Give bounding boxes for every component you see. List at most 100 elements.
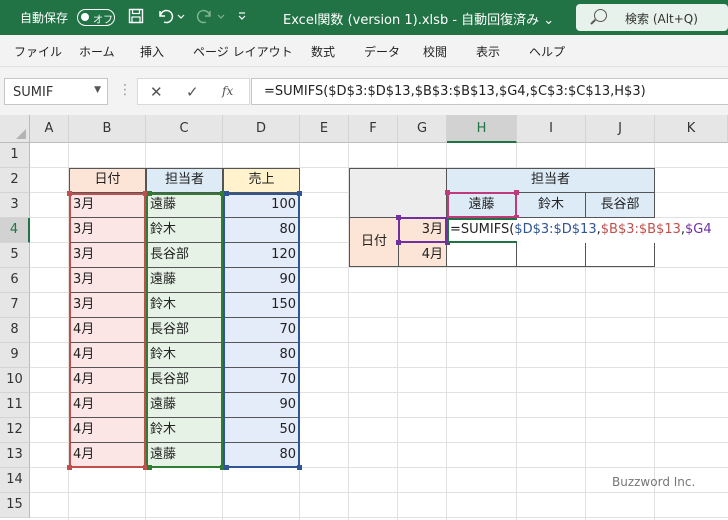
row-header-13[interactable]: 13 — [0, 443, 30, 468]
table1-header-sales[interactable]: 売上 — [223, 168, 300, 193]
autosave-toggle[interactable]: オフ — [77, 9, 115, 26]
redo-icon[interactable] — [196, 8, 214, 28]
table1-cell-sales[interactable]: 80 — [223, 343, 300, 368]
table1-cell-sales[interactable]: 80 — [223, 443, 300, 468]
cell-edit-formula[interactable]: =SUMIFS($D$3:$D$13,$B$3:$B$13,$G4 — [447, 218, 728, 243]
row-header-10[interactable]: 10 — [0, 368, 30, 393]
table2-row-header[interactable]: 4月 — [398, 243, 447, 268]
tab-view[interactable]: 表示 — [476, 43, 500, 60]
table2-side-header[interactable]: 日付 — [349, 230, 399, 255]
row-header-14[interactable]: 14 — [0, 468, 30, 493]
tab-file[interactable]: ファイル — [14, 43, 62, 60]
tab-home[interactable]: ホーム — [79, 43, 115, 60]
table1-cell-date[interactable]: 3月 — [69, 193, 146, 218]
table1-cell-person[interactable]: 鈴木 — [146, 218, 223, 243]
table2-row-header[interactable]: 3月 — [398, 218, 447, 243]
col-header-c[interactable]: C — [146, 115, 223, 143]
name-box[interactable]: SUMIF ▼ — [4, 78, 108, 105]
table1-cell-person[interactable]: 鈴木 — [146, 343, 223, 368]
row-header-6[interactable]: 6 — [0, 268, 30, 293]
table1-cell-date[interactable]: 3月 — [69, 268, 146, 293]
table2-top-header[interactable]: 担当者 — [446, 168, 655, 193]
tab-data[interactable]: データ — [364, 43, 400, 60]
table2-col-header[interactable]: 鈴木 — [516, 193, 586, 218]
tab-page-layout[interactable]: ページ レイアウト — [193, 43, 293, 60]
col-header-d[interactable]: D — [223, 115, 300, 143]
row-header-15[interactable]: 15 — [0, 493, 30, 518]
table1-cell-sales[interactable]: 90 — [223, 393, 300, 418]
enter-icon[interactable]: ✓ — [186, 83, 199, 101]
formula-input[interactable]: =SUMIFS($D$3:$D$13,$B$3:$B$13,$G4,$C$3:$… — [251, 78, 728, 105]
table1-cell-date[interactable]: 4月 — [69, 368, 146, 393]
tab-review[interactable]: 校閲 — [423, 43, 447, 60]
name-box-value: SUMIF — [13, 85, 54, 100]
row-header-7[interactable]: 7 — [0, 293, 30, 318]
table1-cell-date[interactable]: 4月 — [69, 418, 146, 443]
chevron-down-icon[interactable]: ▼ — [94, 85, 101, 95]
table2-col-header[interactable]: 長谷部 — [585, 193, 655, 218]
table1-cell-date[interactable]: 4月 — [69, 318, 146, 343]
table1-cell-sales[interactable]: 80 — [223, 218, 300, 243]
cancel-icon[interactable]: ✕ — [150, 83, 163, 101]
col-header-f[interactable]: F — [349, 115, 398, 143]
col-header-h[interactable]: H — [447, 115, 517, 143]
customize-qat-icon[interactable] — [237, 8, 247, 28]
col-header-g[interactable]: G — [398, 115, 447, 143]
table2-col-header[interactable]: 遠藤 — [446, 193, 517, 218]
toggle-knob — [81, 13, 89, 21]
row-header-9[interactable]: 9 — [0, 343, 30, 368]
table1-cell-person[interactable]: 遠藤 — [146, 443, 223, 468]
table1-cell-sales[interactable]: 90 — [223, 268, 300, 293]
col-header-e[interactable]: E — [300, 115, 349, 143]
table1-cell-person[interactable]: 鈴木 — [146, 293, 223, 318]
col-header-k[interactable]: K — [655, 115, 728, 143]
table1-cell-person[interactable]: 遠藤 — [146, 393, 223, 418]
table1-cell-date[interactable]: 4月 — [69, 393, 146, 418]
row-header-1[interactable]: 1 — [0, 143, 30, 168]
table1-cell-sales[interactable]: 70 — [223, 318, 300, 343]
table1-cell-sales[interactable]: 50 — [223, 418, 300, 443]
tab-formulas[interactable]: 数式 — [311, 43, 335, 60]
table1-cell-date[interactable]: 4月 — [69, 443, 146, 468]
formula-bar-grip-icon[interactable]: ⋮ — [118, 82, 132, 98]
row-header-8[interactable]: 8 — [0, 318, 30, 343]
tab-insert[interactable]: 挿入 — [140, 43, 164, 60]
redo-dropdown-icon[interactable] — [217, 8, 225, 28]
edit-prefix: =SUMIFS( — [450, 222, 515, 237]
undo-icon[interactable] — [156, 8, 174, 28]
table1-cell-sales[interactable]: 150 — [223, 293, 300, 318]
col-header-b[interactable]: B — [69, 115, 146, 143]
table1-cell-person[interactable]: 長谷部 — [146, 318, 223, 343]
insert-function-icon[interactable]: fx — [222, 84, 233, 98]
table1-cell-sales[interactable]: 120 — [223, 243, 300, 268]
table1-cell-person[interactable]: 長谷部 — [146, 368, 223, 393]
table1-cell-sales[interactable]: 100 — [223, 193, 300, 218]
table1-cell-sales[interactable]: 70 — [223, 368, 300, 393]
undo-dropdown-icon[interactable] — [177, 8, 185, 28]
table1-cell-date[interactable]: 3月 — [69, 293, 146, 318]
table1-cell-date[interactable]: 3月 — [69, 243, 146, 268]
row-header-11[interactable]: 11 — [0, 393, 30, 418]
row-header-4[interactable]: 4 — [0, 218, 30, 243]
table1-header-date[interactable]: 日付 — [69, 168, 146, 193]
table1-cell-person[interactable]: 遠藤 — [146, 268, 223, 293]
row-header-12[interactable]: 12 — [0, 418, 30, 443]
table1-cell-date[interactable]: 3月 — [69, 218, 146, 243]
row-header-5[interactable]: 5 — [0, 243, 30, 268]
select-all-corner[interactable] — [0, 115, 30, 143]
search-text: 検索 (Alt+Q) — [625, 12, 698, 26]
table1-cell-person[interactable]: 鈴木 — [146, 418, 223, 443]
col-header-j[interactable]: J — [586, 115, 655, 143]
row-header-2[interactable]: 2 — [0, 168, 30, 193]
save-icon[interactable] — [128, 8, 144, 28]
table1-header-person[interactable]: 担当者 — [146, 168, 223, 193]
row-header-3[interactable]: 3 — [0, 193, 30, 218]
table1-cell-person[interactable]: 長谷部 — [146, 243, 223, 268]
autosave-state: オフ — [93, 15, 113, 26]
col-header-i[interactable]: I — [517, 115, 586, 143]
search-box[interactable]: 検索 (Alt+Q) — [576, 4, 728, 31]
col-header-a[interactable]: A — [30, 115, 69, 143]
tab-help[interactable]: ヘルプ — [529, 43, 565, 60]
table1-cell-date[interactable]: 4月 — [69, 343, 146, 368]
table1-cell-person[interactable]: 遠藤 — [146, 193, 223, 218]
